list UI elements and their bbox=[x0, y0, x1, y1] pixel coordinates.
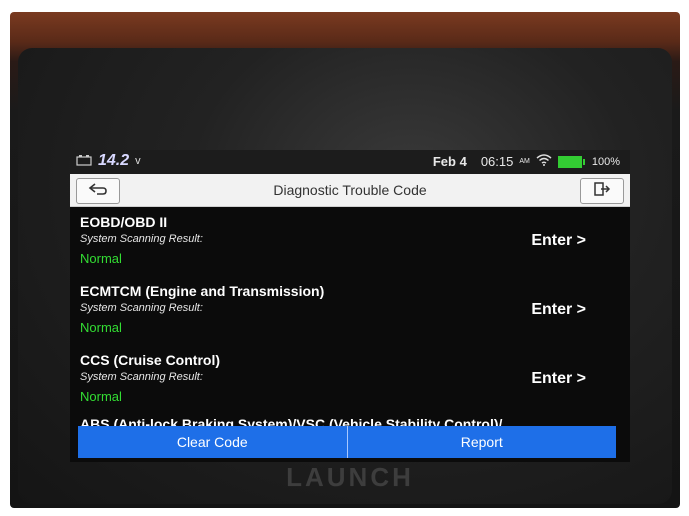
action-bar: Clear Code Report bbox=[78, 426, 616, 458]
car-battery-icon bbox=[76, 154, 92, 169]
page-title: Diagnostic Trouble Code bbox=[273, 182, 427, 198]
list-item: EOBD/OBD II System Scanning Result: Norm… bbox=[80, 214, 620, 280]
voltage-unit: v bbox=[135, 155, 141, 167]
enter-button[interactable]: Enter > bbox=[531, 232, 586, 250]
exit-button[interactable] bbox=[580, 178, 624, 204]
battery-icon bbox=[557, 155, 585, 168]
time-text: 06:15 bbox=[480, 154, 514, 169]
scan-status: Normal bbox=[80, 251, 122, 266]
battery-percent: 100% bbox=[591, 155, 620, 168]
list-item: CCS (Cruise Control) System Scanning Res… bbox=[80, 352, 620, 418]
voltage-readout: 14.2 bbox=[98, 152, 130, 169]
system-list: EOBD/OBD II System Scanning Result: Norm… bbox=[70, 208, 630, 430]
device-brand: LAUNCH bbox=[286, 462, 414, 492]
ampm-text: AM bbox=[519, 158, 530, 165]
report-button[interactable]: Report bbox=[346, 426, 617, 458]
title-bar: Diagnostic Trouble Code bbox=[70, 174, 630, 207]
device-photo: LAUNCH 14.2 v Feb 4 06:15 AM 100% Diagno… bbox=[10, 12, 680, 508]
status-bar: 14.2 v Feb 4 06:15 AM 100% bbox=[70, 150, 630, 174]
scan-status: Normal bbox=[80, 389, 122, 404]
system-name: ECMTCM (Engine and Transmission) bbox=[80, 283, 325, 299]
enter-button[interactable]: Enter > bbox=[531, 301, 586, 319]
exit-icon bbox=[593, 181, 611, 202]
scan-status: Normal bbox=[80, 320, 122, 335]
system-name: EOBD/OBD II bbox=[80, 214, 168, 230]
date-text: Feb 4 bbox=[432, 154, 467, 169]
system-name: CCS (Cruise Control) bbox=[80, 352, 220, 368]
clear-code-button[interactable]: Clear Code bbox=[78, 426, 347, 458]
device-screen: 14.2 v Feb 4 06:15 AM 100% Diagnostic Tr… bbox=[70, 150, 630, 462]
list-item: ECMTCM (Engine and Transmission) System … bbox=[80, 283, 620, 349]
enter-button[interactable]: Enter > bbox=[531, 370, 586, 388]
wifi-icon bbox=[536, 154, 552, 169]
